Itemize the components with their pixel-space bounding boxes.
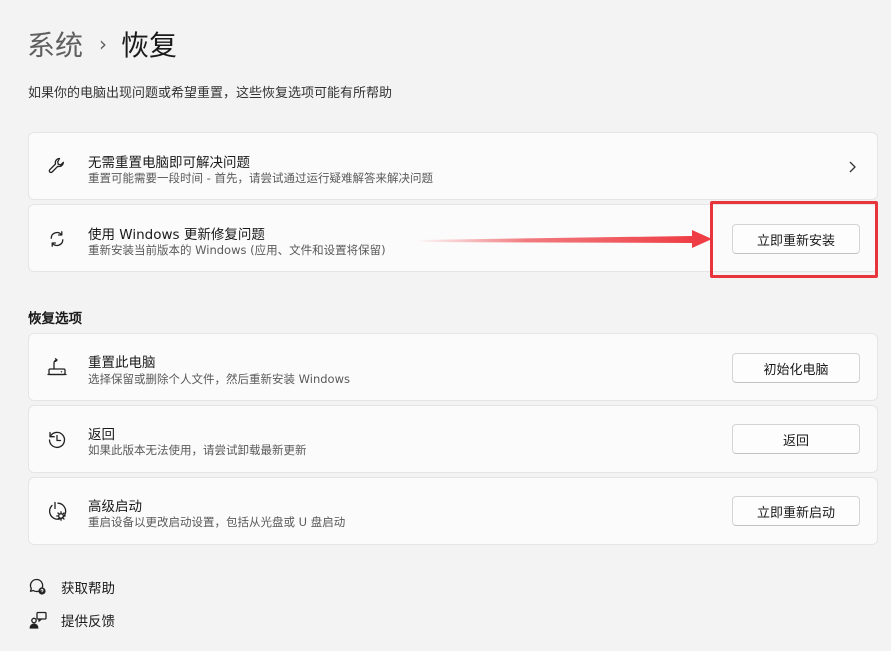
give-feedback-link[interactable]: 提供反馈 [28,610,115,630]
advanced-startup-icon [45,500,69,524]
windows-update-repair-desc: 重新安装当前版本的 Windows (应用、文件和设置将保留) [88,243,386,257]
reset-pc-title: 重置此电脑 [88,355,156,371]
reset-pc-desc: 选择保留或删除个人文件，然后重新安装 Windows [88,372,350,386]
get-help-label: 获取帮助 [61,581,115,597]
history-icon [45,428,69,452]
reset-pc-icon [45,356,69,380]
breadcrumb: 系统 › 恢复 [27,24,177,64]
recovery-options-heading: 恢复选项 [28,311,82,327]
windows-update-repair-title: 使用 Windows 更新修复问题 [88,227,265,243]
sync-icon [45,227,69,251]
windows-update-repair-card: 使用 Windows 更新修复问题 重新安装当前版本的 Windows (应用、… [28,204,878,272]
troubleshoot-desc: 重置可能需要一段时间 - 首先，请尝试通过运行疑难解答来解决问题 [88,171,433,185]
advanced-startup-desc: 重启设备以更改启动设置，包括从光盘或 U 盘启动 [88,515,346,529]
go-back-desc: 如果此版本无法使用，请尝试卸载最新更新 [88,443,307,457]
help-icon [28,577,48,597]
breadcrumb-separator: › [99,32,108,56]
get-help-link[interactable]: 获取帮助 [28,577,115,597]
troubleshoot-title: 无需重置电脑即可解决问题 [88,155,250,171]
go-back-button[interactable]: 返回 [732,424,860,454]
breadcrumb-parent-system[interactable]: 系统 [27,24,83,64]
go-back-card: 返回 如果此版本无法使用，请尝试卸载最新更新 返回 [28,405,878,473]
advanced-startup-card: 高级启动 重启设备以更改启动设置，包括从光盘或 U 盘启动 立即重新启动 [28,477,878,545]
reinstall-now-button[interactable]: 立即重新安装 [732,224,860,254]
feedback-icon [28,610,48,630]
reset-pc-button[interactable]: 初始化电脑 [732,353,860,383]
page-title: 恢复 [121,29,178,62]
page-subtitle: 如果你的电脑出现问题或希望重置，这些恢复选项可能有所帮助 [28,86,393,101]
give-feedback-label: 提供反馈 [61,614,115,630]
troubleshoot-card[interactable]: 无需重置电脑即可解决问题 重置可能需要一段时间 - 首先，请尝试通过运行疑难解答… [28,132,878,200]
advanced-startup-title: 高级启动 [88,499,142,515]
chevron-right-icon [849,161,856,173]
wrench-icon [45,154,69,178]
reset-pc-card: 重置此电脑 选择保留或删除个人文件，然后重新安装 Windows 初始化电脑 [28,333,878,401]
restart-now-button[interactable]: 立即重新启动 [732,496,860,526]
go-back-title: 返回 [88,427,115,443]
